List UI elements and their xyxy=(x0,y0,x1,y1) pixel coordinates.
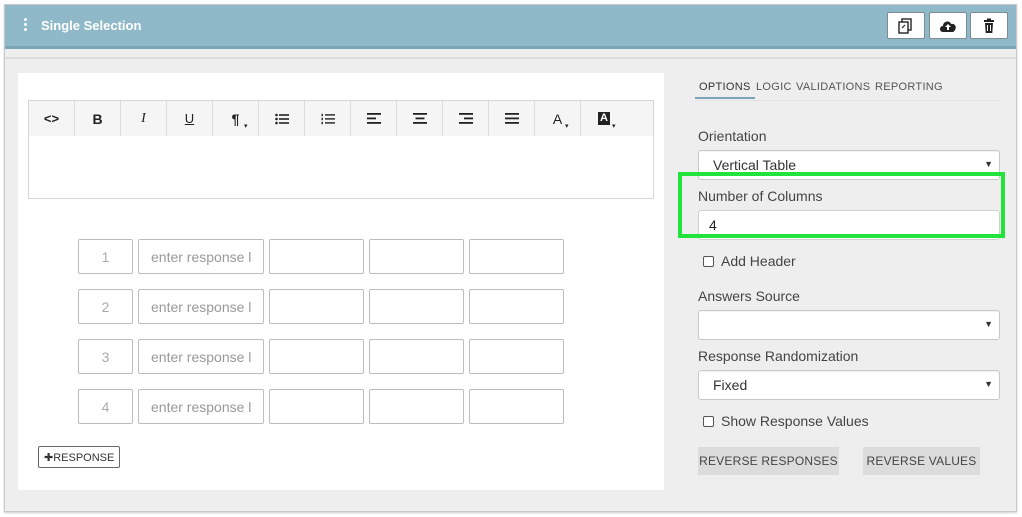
add-header-label: Add Header xyxy=(721,253,796,269)
paragraph-icon: ¶ xyxy=(231,110,240,127)
background-color-icon: A xyxy=(598,112,610,125)
question-text-editor[interactable] xyxy=(28,136,654,199)
font-color-button[interactable]: A ▾ xyxy=(535,101,581,136)
response-cell[interactable] xyxy=(469,389,564,424)
randomization-value: Fixed xyxy=(713,377,748,393)
delete-button[interactable] xyxy=(970,12,1008,39)
response-cell[interactable] xyxy=(469,289,564,324)
checkbox-icon xyxy=(703,255,714,267)
chevron-down-icon: ▾ xyxy=(565,123,569,130)
trash-icon xyxy=(984,18,994,33)
source-code-icon: <> xyxy=(43,111,60,126)
bold-button[interactable]: B xyxy=(75,101,121,136)
bold-icon: B xyxy=(92,110,103,127)
response-number: 2 xyxy=(78,289,133,324)
reverse-values-button[interactable]: REVERSE VALUES xyxy=(863,447,980,475)
justify-icon xyxy=(504,113,519,124)
chevron-down-icon: ▾ xyxy=(612,123,616,130)
response-text-input[interactable]: enter response l xyxy=(138,289,264,324)
underline-icon: U xyxy=(184,111,195,126)
response-cell[interactable] xyxy=(369,339,464,374)
response-number: 1 xyxy=(78,239,133,274)
align-center-icon xyxy=(412,113,427,124)
align-left-button[interactable] xyxy=(351,101,397,136)
bullet-list-icon xyxy=(274,113,289,124)
underline-button[interactable]: U xyxy=(167,101,213,136)
drag-handle-icon[interactable] xyxy=(24,18,28,32)
response-cell[interactable] xyxy=(369,389,464,424)
show-values-checkbox[interactable]: Show Response Values xyxy=(703,413,869,429)
align-right-button[interactable] xyxy=(443,101,489,136)
orientation-value: Vertical Table xyxy=(713,157,797,173)
rich-text-toolbar: <> B I U ¶ ▾ A ▾ A ▾ xyxy=(28,100,654,137)
response-text-input[interactable]: enter response l xyxy=(138,239,264,274)
highlight-box xyxy=(678,172,1005,238)
background-color-button[interactable]: A ▾ xyxy=(581,101,627,136)
tab-validations[interactable]: VALIDATIONS xyxy=(796,81,870,93)
copy-icon xyxy=(898,17,912,34)
numbered-list-icon xyxy=(321,113,335,124)
response-cell[interactable] xyxy=(269,389,364,424)
add-header-checkbox[interactable]: Add Header xyxy=(703,253,796,269)
header-divider xyxy=(5,57,1016,59)
response-number: 4 xyxy=(78,389,133,424)
response-cell[interactable] xyxy=(269,289,364,324)
chevron-down-icon: ▼ xyxy=(984,379,993,389)
upload-button[interactable] xyxy=(929,12,967,39)
chevron-down-icon: ▼ xyxy=(984,319,993,329)
question-header: Single Selection xyxy=(5,5,1016,49)
align-right-icon xyxy=(458,113,473,124)
response-cell[interactable] xyxy=(369,239,464,274)
randomization-label: Response Randomization xyxy=(698,348,859,364)
answers-source-select[interactable]: ▼ xyxy=(698,310,1000,340)
response-cell[interactable] xyxy=(469,239,564,274)
font-color-icon: A xyxy=(552,110,563,127)
question-card: Single Selection <> B I U ¶ ▾ A ▾ A ▾ 1 … xyxy=(4,4,1017,512)
answers-source-label: Answers Source xyxy=(698,288,800,304)
italic-icon: I xyxy=(141,110,146,126)
options-tabs: OPTIONS LOGIC VALIDATIONS REPORTING xyxy=(695,81,1001,101)
tab-options[interactable]: OPTIONS xyxy=(695,81,755,99)
italic-button[interactable]: I xyxy=(121,101,167,136)
response-text-input[interactable]: enter response l xyxy=(138,389,264,424)
align-center-button[interactable] xyxy=(397,101,443,136)
question-type-title: Single Selection xyxy=(41,18,142,33)
show-values-label: Show Response Values xyxy=(721,413,869,429)
response-cell[interactable] xyxy=(469,339,564,374)
chevron-down-icon: ▾ xyxy=(244,123,248,130)
response-text-input[interactable]: enter response l xyxy=(138,339,264,374)
tab-reporting[interactable]: REPORTING xyxy=(875,81,943,93)
response-cell[interactable] xyxy=(269,339,364,374)
randomization-select[interactable]: Fixed ▼ xyxy=(698,370,1000,400)
orientation-label: Orientation xyxy=(698,128,767,144)
response-cell[interactable] xyxy=(369,289,464,324)
checkbox-icon xyxy=(703,415,714,427)
question-editor-panel: <> B I U ¶ ▾ A ▾ A ▾ 1 enter response l … xyxy=(18,73,664,490)
add-response-button[interactable]: ✚RESPONSE xyxy=(38,446,121,468)
response-number: 3 xyxy=(78,339,133,374)
reverse-responses-button[interactable]: REVERSE RESPONSES xyxy=(698,447,839,475)
source-code-button[interactable]: <> xyxy=(29,101,75,136)
justify-button[interactable] xyxy=(489,101,535,136)
response-cell[interactable] xyxy=(269,239,364,274)
align-left-icon xyxy=(366,113,381,124)
chevron-down-icon: ▼ xyxy=(984,159,993,169)
tab-logic[interactable]: LOGIC xyxy=(756,81,792,93)
paragraph-button[interactable]: ¶ ▾ xyxy=(213,101,259,136)
copy-button[interactable] xyxy=(887,12,925,39)
cloud-upload-icon xyxy=(940,21,956,32)
numbered-list-button[interactable] xyxy=(305,101,351,136)
bullet-list-button[interactable] xyxy=(259,101,305,136)
